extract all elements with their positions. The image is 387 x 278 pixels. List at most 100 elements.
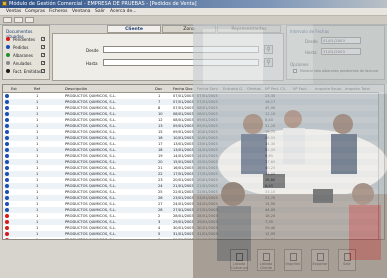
desde-label: Desde bbox=[86, 48, 99, 53]
cell-fserv: 10/01/2003 bbox=[197, 136, 218, 140]
status-item[interactable]: Pendientes ✓ bbox=[6, 37, 50, 42]
date-hasta-field[interactable]: 31/01/2003 bbox=[321, 48, 361, 55]
status-label: Fact. Emitidas bbox=[13, 69, 41, 74]
status-item[interactable]: Anulados ✓ bbox=[6, 61, 50, 66]
cell-imp: 28,80 bbox=[265, 178, 276, 182]
cell-desc: PRODUCTOS QUIMICOS, S.L. bbox=[65, 154, 116, 158]
pending-only-checkbox[interactable] bbox=[293, 69, 297, 73]
checkbox[interactable]: ✓ bbox=[41, 45, 45, 49]
salir-button[interactable]: Salir bbox=[338, 249, 356, 271]
status-label: Albaranes bbox=[13, 53, 34, 58]
column-header[interactable]: Importe Total bbox=[345, 86, 370, 91]
cell-fdoc: 07/01/2003 bbox=[173, 106, 194, 110]
checkbox[interactable]: ✓ bbox=[41, 69, 45, 73]
tab-zona[interactable]: Zona bbox=[162, 25, 216, 33]
status-dot-icon bbox=[6, 69, 10, 73]
listado-cliente-button[interactable]: Listado Cliente bbox=[257, 249, 275, 271]
status-item[interactable]: Fact. Emitidas ✓ bbox=[6, 69, 50, 74]
date-desde-label: Desde bbox=[305, 39, 318, 44]
column-header[interactable]: Fecha Serv bbox=[197, 86, 218, 91]
column-header[interactable]: Ofertas bbox=[247, 86, 261, 91]
menu-ventana[interactable]: Ventana bbox=[72, 9, 90, 14]
status-dot-icon bbox=[5, 100, 9, 104]
cell-desc: PRODUCTOS QUIMICOS, S.L. bbox=[65, 148, 116, 152]
tab-cliente[interactable]: Cliente bbox=[107, 25, 161, 33]
column-header[interactable]: Entrada G. bbox=[223, 86, 243, 91]
column-header[interactable]: Ref bbox=[34, 86, 40, 91]
menu-salir[interactable]: Salir bbox=[95, 9, 105, 14]
cell-ref: 1 bbox=[36, 112, 39, 116]
listado-cobranza-button[interactable]: Listado Cobranza bbox=[230, 249, 248, 271]
table-row[interactable]: 1 PRODUCTOS QUIMICOS, S.L. 6 31/01/2003 31/0… bbox=[3, 237, 384, 240]
cell-desc: PRODUCTOS QUIMICOS, S.L. bbox=[65, 172, 116, 176]
cell-imp: 24,60 bbox=[265, 238, 276, 240]
date-interval-panel: Intervalo de Fechas Desde 01/01/2003 Has… bbox=[286, 25, 385, 80]
cell-doc: 1 bbox=[158, 94, 161, 98]
search-icon[interactable]: ⚲ bbox=[264, 45, 273, 54]
column-header[interactable]: Est bbox=[11, 86, 17, 91]
cell-desc: PRODUCTOS QUIMICOS, S.L. bbox=[65, 220, 116, 224]
cell-fserv: 13/01/2003 bbox=[197, 142, 218, 146]
status-dot-icon bbox=[6, 37, 10, 41]
column-header[interactable]: Nº Fact. bbox=[293, 86, 308, 91]
cell-doc: 23 bbox=[158, 178, 163, 182]
cell-imp: 23,35 bbox=[265, 94, 276, 98]
column-header[interactable]: Doc bbox=[155, 86, 162, 91]
checkbox[interactable]: ✓ bbox=[41, 37, 45, 41]
column-header[interactable]: Nº Ped. Cli. bbox=[265, 86, 286, 91]
menu-ficheros[interactable]: Ficheros bbox=[49, 9, 67, 14]
imprimir-button[interactable]: Imprimir bbox=[284, 249, 302, 271]
button-label: Listado Cobranza bbox=[231, 262, 248, 270]
cell-imp: 12,10 bbox=[265, 112, 276, 116]
status-item[interactable]: Albaranes ✓ bbox=[6, 53, 50, 58]
cell-doc: 4 bbox=[158, 226, 161, 230]
status-dot-icon bbox=[5, 178, 9, 182]
cell-fdoc: 08/01/2003 bbox=[173, 112, 194, 116]
column-header[interactable]: Fecha Doc bbox=[173, 86, 193, 91]
cell-fserv: 09/01/2003 bbox=[197, 118, 218, 122]
search-icon[interactable]: ⚲ bbox=[264, 58, 273, 67]
cell-desc: PRODUCTOS QUIMICOS, S.L. bbox=[65, 100, 116, 104]
cell-fserv: 15/01/2003 bbox=[197, 160, 218, 164]
status-dot-icon bbox=[6, 53, 10, 57]
toolbar-open-icon[interactable] bbox=[14, 17, 23, 23]
menu-compras[interactable]: Compras bbox=[25, 9, 45, 14]
status-dot-icon bbox=[5, 160, 9, 164]
menu-ventas[interactable]: Ventas bbox=[6, 9, 21, 14]
tab-representantes[interactable]: Representantes bbox=[217, 25, 281, 33]
status-dot-icon bbox=[5, 232, 9, 236]
cell-doc: 25 bbox=[158, 190, 163, 194]
footer-toolbar: Listado Cobranza Listado Cliente Imprimi… bbox=[0, 241, 387, 278]
cell-desc: PRODUCTOS QUIMICOS, S.L. bbox=[65, 214, 116, 218]
column-header[interactable]: Importe Bruto bbox=[315, 86, 342, 91]
status-item[interactable]: Pedidos ✓ bbox=[6, 45, 50, 50]
status-dot-icon bbox=[5, 238, 9, 239]
column-header[interactable]: Descripción bbox=[65, 86, 87, 91]
menu-acerca[interactable]: Acerca de... bbox=[110, 9, 137, 14]
cell-ref: 1 bbox=[36, 238, 39, 240]
cell-imp: 33,10 bbox=[265, 190, 276, 194]
cell-ref: 1 bbox=[36, 232, 39, 236]
toolbar-save-icon[interactable] bbox=[25, 17, 34, 23]
cell-ref: 1 bbox=[36, 226, 39, 230]
date-desde-field[interactable]: 01/01/2003 bbox=[321, 37, 361, 44]
cell-imp: 8,40 bbox=[265, 118, 274, 122]
exportar-button[interactable]: Exportar bbox=[311, 249, 329, 271]
status-dot-icon bbox=[5, 106, 9, 110]
toolbar-new-icon[interactable] bbox=[3, 17, 12, 23]
cell-ref: 1 bbox=[36, 136, 39, 140]
cell-imp: 7,35 bbox=[265, 220, 274, 224]
checkbox[interactable]: ✓ bbox=[41, 61, 45, 65]
cell-doc: 20 bbox=[158, 160, 163, 164]
window-title: Módulo de Gestión Comercial - EMPRESA DE… bbox=[9, 1, 197, 7]
status-dot-icon bbox=[6, 61, 10, 65]
cell-fdoc: 31/01/2003 bbox=[173, 232, 194, 236]
hasta-field[interactable] bbox=[103, 59, 259, 66]
cell-doc: 8 bbox=[158, 106, 161, 110]
cell-desc: PRODUCTOS QUIMICOS, S.L. bbox=[65, 106, 116, 110]
desde-field[interactable] bbox=[103, 46, 259, 53]
checkbox[interactable]: ✓ bbox=[41, 53, 45, 57]
cell-doc: 27 bbox=[158, 202, 163, 206]
cell-imp: 44,00 bbox=[265, 208, 276, 212]
vertical-scrollbar[interactable] bbox=[378, 92, 384, 239]
